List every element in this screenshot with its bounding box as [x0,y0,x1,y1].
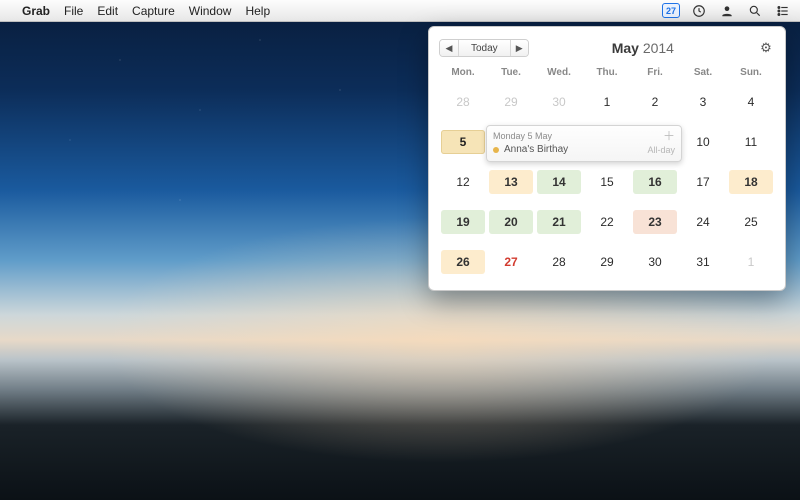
weekday-sat: Sat. [679,67,727,78]
day-cell[interactable]: 29 [585,250,629,274]
day-cell[interactable]: 30 [537,90,581,114]
event-allday-label: All-day [647,145,675,155]
calendar-year: 2014 [643,40,674,56]
weekday-fri: Fri. [631,67,679,78]
calendar-badge: 27 [662,3,680,18]
event-name[interactable]: Anna's Birthay [504,144,647,155]
weekday-thu: Thu. [583,67,631,78]
clock-icon[interactable] [690,2,708,20]
day-cell[interactable]: 10 [681,130,725,154]
menu-file[interactable]: File [64,4,83,18]
weekday-mon: Mon. [439,67,487,78]
menu-help[interactable]: Help [245,4,270,18]
spotlight-search-icon[interactable] [746,2,764,20]
day-cell[interactable]: 18 [729,170,773,194]
day-cell[interactable]: 23 [633,210,677,234]
gear-icon: ⚙ [760,40,772,56]
event-color-dot [493,147,499,153]
next-month-button[interactable]: ▶ [510,40,528,56]
day-cell[interactable]: 29 [489,90,533,114]
event-popover-date: Monday 5 May [493,131,552,141]
weekday-header-row: Mon. Tue. Wed. Thu. Fri. Sat. Sun. [439,67,775,80]
day-cell[interactable]: 13 [489,170,533,194]
day-cell[interactable]: 27 [489,250,533,274]
day-cell[interactable]: 25 [729,210,773,234]
menubar-calendar-icon[interactable]: 27 [662,2,680,20]
user-icon[interactable] [718,2,736,20]
today-button[interactable]: Today [458,40,510,56]
add-event-button[interactable]: ＋ [663,130,675,142]
weekday-sun: Sun. [727,67,775,78]
day-cell[interactable]: 19 [441,210,485,234]
settings-button[interactable]: ⚙ [757,39,775,57]
menu-edit[interactable]: Edit [97,4,118,18]
day-cell[interactable]: 20 [489,210,533,234]
event-popover: Monday 5 May ＋ Anna's Birthay All-day [486,125,682,162]
day-cell[interactable]: 2 [633,90,677,114]
day-cell[interactable]: 1 [729,250,773,274]
menubar: Grab File Edit Capture Window Help 27 [0,0,800,22]
day-cell[interactable]: 31 [681,250,725,274]
month-nav-cluster: ◀ Today ▶ [439,39,529,57]
day-cell[interactable]: 21 [537,210,581,234]
prev-month-button[interactable]: ◀ [440,40,458,56]
day-cell[interactable]: 1 [585,90,629,114]
day-cell[interactable]: 4 [729,90,773,114]
menu-window[interactable]: Window [189,4,232,18]
day-cell[interactable]: 28 [441,90,485,114]
notification-center-icon[interactable] [774,2,792,20]
day-cell[interactable]: 26 [441,250,485,274]
calendar-month: May [612,40,639,56]
day-cell[interactable]: 3 [681,90,725,114]
day-cell[interactable]: 28 [537,250,581,274]
day-cell[interactable]: 15 [585,170,629,194]
day-cell[interactable]: 12 [441,170,485,194]
calendar-header: ◀ Today ▶ May 2014 ⚙ [439,35,775,61]
weekday-tue: Tue. [487,67,535,78]
day-cell[interactable]: 11 [729,130,773,154]
day-cell[interactable]: 24 [681,210,725,234]
day-cell[interactable]: 16 [633,170,677,194]
day-cell[interactable]: 22 [585,210,629,234]
app-menu[interactable]: Grab [22,4,50,18]
calendar-title: May 2014 [529,40,757,56]
day-cell[interactable]: 30 [633,250,677,274]
day-cell[interactable]: 17 [681,170,725,194]
calendar-popover: ◀ Today ▶ May 2014 ⚙ Mon. Tue. Wed. Thu.… [428,26,786,291]
day-cell[interactable]: 5 [441,130,485,154]
weekday-wed: Wed. [535,67,583,78]
day-cell[interactable]: 14 [537,170,581,194]
calendar-grid: 2829301234567891011121314151617181920212… [439,80,775,276]
menu-capture[interactable]: Capture [132,4,175,18]
